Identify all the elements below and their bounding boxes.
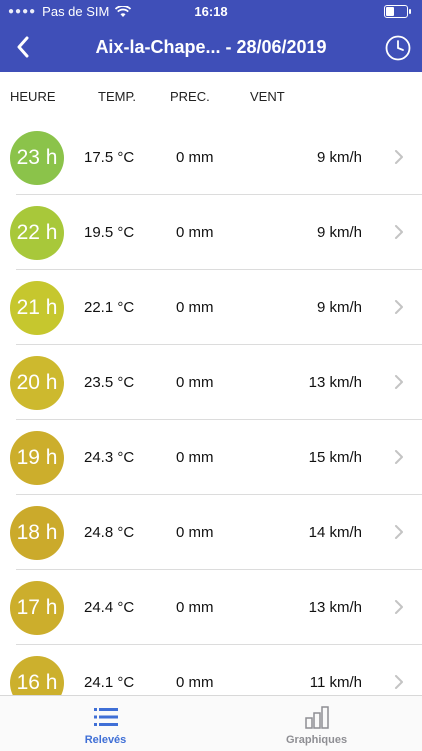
list-item[interactable]: 17 h 24.4 °C 0 mm 13 km/h xyxy=(0,570,422,645)
hour-badge: 17 h xyxy=(10,581,64,635)
clock-icon[interactable] xyxy=(384,34,412,62)
precipitation-value: 0 mm xyxy=(176,149,214,166)
list-item[interactable]: 21 h 22.1 °C 0 mm 9 km/h xyxy=(0,270,422,345)
header-prec: PREC. xyxy=(170,89,210,104)
wind-value: 13 km/h xyxy=(308,374,362,391)
temperature-value: 17.5 °C xyxy=(84,149,135,166)
list-item[interactable]: 23 h 17.5 °C 0 mm 9 km/h xyxy=(0,120,422,195)
status-time: 16:18 xyxy=(194,4,228,19)
header-temp: TEMP. xyxy=(98,89,137,104)
hourly-list: 23 h 17.5 °C 0 mm 9 km/h 22 h 19.5 °C 0 mm 9 km… xyxy=(0,120,422,695)
bar-chart-icon xyxy=(304,706,329,729)
temperature-value: 22.1 °C xyxy=(84,299,135,316)
chevron-right-icon xyxy=(395,375,403,389)
precipitation-value: 0 mm xyxy=(176,449,214,466)
list-item[interactable]: 16 h 24.1 °C 0 mm 11 km/h xyxy=(0,645,422,695)
chevron-right-icon xyxy=(395,225,403,239)
battery-level xyxy=(386,7,395,16)
precipitation-value: 0 mm xyxy=(176,599,214,616)
hour-badge: 22 h xyxy=(10,206,64,260)
tab-label: Graphiques xyxy=(285,734,348,746)
wind-value: 14 km/h xyxy=(308,524,362,541)
list-item[interactable]: 22 h 19.5 °C 0 mm 9 km/h xyxy=(0,195,422,270)
wind-value: 13 km/h xyxy=(308,599,362,616)
tab-graphiques[interactable]: Graphiques xyxy=(211,696,422,751)
chevron-right-icon xyxy=(395,300,403,314)
hour-badge: 18 h xyxy=(10,506,64,560)
temperature-value: 24.1 °C xyxy=(84,674,135,691)
list-item[interactable]: 20 h 23.5 °C 0 mm 13 km/h xyxy=(0,345,422,420)
chevron-right-icon xyxy=(395,450,403,464)
temperature-value: 24.4 °C xyxy=(84,599,135,616)
navigation-bar: Aix-la-Chape... - 28/06/2019 xyxy=(0,22,422,72)
tab-label: Relevés xyxy=(84,734,127,746)
header-wind: VENT xyxy=(250,89,285,104)
hour-badge: 19 h xyxy=(10,431,64,485)
chevron-right-icon xyxy=(395,600,403,614)
hour-badge: 23 h xyxy=(10,131,64,185)
chevron-right-icon xyxy=(395,150,403,164)
precipitation-value: 0 mm xyxy=(176,524,214,541)
tab-releves[interactable]: Relevés xyxy=(0,696,211,751)
temperature-value: 24.3 °C xyxy=(84,449,135,466)
wind-value: 9 km/h xyxy=(316,299,362,316)
battery-icon xyxy=(384,5,411,18)
list-icon xyxy=(93,708,118,726)
header-hour: HEURE xyxy=(10,89,56,104)
chevron-right-icon xyxy=(395,675,403,689)
chevron-left-icon xyxy=(17,36,29,58)
back-button[interactable] xyxy=(8,32,38,62)
status-bar: ●●●● Pas de SIM 16:18 xyxy=(0,0,422,22)
column-headers: HEURE TEMP. PREC. VENT xyxy=(0,72,422,121)
wind-value: 15 km/h xyxy=(308,449,362,466)
hour-badge: 16 h xyxy=(10,656,64,695)
precipitation-value: 0 mm xyxy=(176,674,214,691)
page-title: Aix-la-Chape... - 28/06/2019 xyxy=(95,37,327,57)
precipitation-value: 0 mm xyxy=(176,374,214,391)
hour-badge: 21 h xyxy=(10,281,64,335)
list-item[interactable]: 19 h 24.3 °C 0 mm 15 km/h xyxy=(0,420,422,495)
chevron-right-icon xyxy=(395,525,403,539)
precipitation-value: 0 mm xyxy=(176,299,214,316)
temperature-value: 24.8 °C xyxy=(84,524,135,541)
wind-value: 9 km/h xyxy=(316,224,362,241)
precipitation-value: 0 mm xyxy=(176,224,214,241)
wind-value: 9 km/h xyxy=(316,149,362,166)
wind-value: 11 km/h xyxy=(309,674,362,691)
list-item[interactable]: 18 h 24.8 °C 0 mm 14 km/h xyxy=(0,495,422,570)
temperature-value: 19.5 °C xyxy=(84,224,135,241)
hour-badge: 20 h xyxy=(10,356,64,410)
temperature-value: 23.5 °C xyxy=(84,374,135,391)
tab-bar: Relevés Graphiques xyxy=(0,695,422,751)
